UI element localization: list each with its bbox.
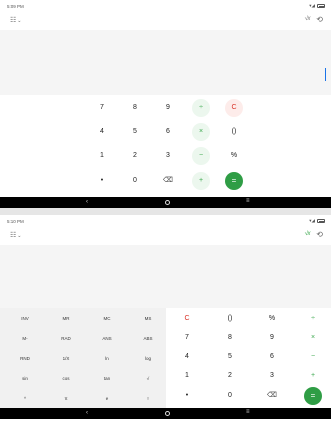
display-area[interactable]	[0, 30, 331, 95]
navigation-bar: ‹ ≡	[0, 408, 331, 419]
key-ln[interactable]: ln	[92, 352, 122, 366]
key-6[interactable]: 6	[159, 123, 177, 141]
key-7[interactable]: 7	[93, 99, 111, 117]
key-e[interactable]: e	[92, 392, 122, 406]
system-icons: ▾◢	[309, 3, 325, 9]
key-2[interactable]: 2	[126, 147, 144, 165]
key-add[interactable]: +	[192, 172, 210, 190]
key-m-minus[interactable]: M-	[10, 332, 40, 346]
key-8[interactable]: 8	[221, 329, 239, 347]
key-3[interactable]: 3	[159, 147, 177, 165]
key-tan[interactable]: tan	[92, 372, 122, 386]
key-ans[interactable]: ANS	[92, 332, 122, 346]
signal-icon: ▾◢	[309, 3, 315, 8]
chevron-down-icon: ⌄	[17, 233, 22, 239]
key-decimal[interactable]: •	[93, 172, 111, 190]
key-multiply[interactable]: ×	[192, 123, 210, 141]
key-parentheses[interactable]: ()	[225, 123, 243, 141]
battery-icon	[317, 4, 325, 8]
key-ms[interactable]: MS	[133, 312, 163, 326]
recents-button[interactable]: ≡	[246, 409, 250, 415]
key-inv[interactable]: INV	[10, 312, 40, 326]
status-time: 5:10 PM	[7, 219, 24, 224]
key-sin[interactable]: sin	[10, 372, 40, 386]
key-parentheses[interactable]: ()	[221, 310, 239, 328]
key-pi[interactable]: π	[51, 392, 81, 406]
text-cursor	[325, 68, 326, 81]
key-mr[interactable]: MR	[51, 312, 81, 326]
key-power[interactable]: ^	[10, 392, 40, 406]
key-abs[interactable]: ABS	[133, 332, 163, 346]
mode-menu-button[interactable]: ☷⌄	[10, 231, 21, 239]
key-9[interactable]: 9	[263, 329, 281, 347]
recents-button[interactable]: ≡	[246, 198, 250, 204]
key-percent[interactable]: %	[225, 147, 243, 165]
key-log[interactable]: log	[133, 352, 163, 366]
key-factorial[interactable]: !	[133, 392, 163, 406]
backspace-icon[interactable]: ⌫	[159, 172, 177, 190]
scientific-calculator-screen: 5:10 PM ▾◢ ☷⌄ √x ⟲ INV MR MC MS M- RAD A…	[0, 215, 331, 421]
history-icon[interactable]: ⟲	[316, 230, 323, 239]
signal-icon: ▾◢	[309, 218, 315, 223]
key-5[interactable]: 5	[221, 348, 239, 366]
key-6[interactable]: 6	[263, 348, 281, 366]
key-clear[interactable]: C	[225, 99, 243, 117]
key-4[interactable]: 4	[178, 348, 196, 366]
key-add[interactable]: +	[304, 367, 322, 385]
scientific-toggle-button[interactable]: √x	[305, 231, 311, 237]
grid-icon: ☷	[10, 17, 17, 24]
key-7[interactable]: 7	[178, 329, 196, 347]
key-clear[interactable]: C	[178, 310, 196, 328]
key-8[interactable]: 8	[126, 99, 144, 117]
key-equals[interactable]: =	[304, 387, 322, 405]
key-multiply[interactable]: ×	[304, 329, 322, 347]
key-1[interactable]: 1	[93, 147, 111, 165]
key-0[interactable]: 0	[126, 172, 144, 190]
key-percent[interactable]: %	[263, 310, 281, 328]
key-sqrt[interactable]: √	[133, 372, 163, 386]
backspace-icon[interactable]: ⌫	[263, 387, 281, 405]
key-9[interactable]: 9	[159, 99, 177, 117]
basic-calculator-screen: 5:09 PM ▾◢ ☷⌄ √x ⟲ 7 8 9 ÷ C 4 5 6 × () …	[0, 0, 331, 210]
history-icon[interactable]: ⟲	[316, 15, 323, 24]
chevron-down-icon: ⌄	[17, 18, 22, 24]
key-divide[interactable]: ÷	[304, 310, 322, 328]
key-5[interactable]: 5	[126, 123, 144, 141]
key-rad[interactable]: RAD	[51, 332, 81, 346]
back-button[interactable]: ‹	[86, 410, 88, 416]
screenshot-divider	[0, 208, 331, 215]
mode-menu-button[interactable]: ☷⌄	[10, 16, 21, 24]
status-time: 5:09 PM	[7, 4, 24, 9]
key-subtract[interactable]: −	[304, 348, 322, 366]
key-reciprocal[interactable]: 1/X	[51, 352, 81, 366]
key-4[interactable]: 4	[93, 123, 111, 141]
key-equals[interactable]: =	[225, 172, 243, 190]
key-3[interactable]: 3	[263, 367, 281, 385]
home-button[interactable]	[165, 200, 170, 205]
scientific-toggle-button[interactable]: √x	[305, 16, 311, 22]
grid-icon: ☷	[10, 232, 17, 239]
battery-icon	[317, 219, 325, 223]
key-0[interactable]: 0	[221, 387, 239, 405]
status-bar: 5:09 PM ▾◢	[0, 0, 331, 12]
key-subtract[interactable]: −	[192, 147, 210, 165]
key-divide[interactable]: ÷	[192, 99, 210, 117]
key-cos[interactable]: cos	[51, 372, 81, 386]
system-icons: ▾◢	[309, 218, 325, 224]
toolbar: ☷⌄ √x ⟲	[0, 228, 331, 244]
keypad: C () % ÷ 7 8 9 × 4 5 6 − 1 2 3 + • 0 ⌫ =	[166, 308, 331, 408]
status-bar: 5:10 PM ▾◢	[0, 215, 331, 227]
back-button[interactable]: ‹	[86, 199, 88, 205]
key-2[interactable]: 2	[221, 367, 239, 385]
display-area[interactable]	[0, 245, 331, 308]
key-rnd[interactable]: RND	[10, 352, 40, 366]
navigation-bar: ‹ ≡	[0, 197, 331, 208]
key-mc[interactable]: MC	[92, 312, 122, 326]
toolbar: ☷⌄ √x ⟲	[0, 13, 331, 29]
keypad: 7 8 9 ÷ C 4 5 6 × () 1 2 3 − % • 0 ⌫ + =	[0, 95, 331, 197]
key-1[interactable]: 1	[178, 367, 196, 385]
home-button[interactable]	[165, 411, 170, 416]
key-decimal[interactable]: •	[178, 387, 196, 405]
scientific-keypad: INV MR MC MS M- RAD ANS ABS RND 1/X ln l…	[0, 308, 166, 408]
